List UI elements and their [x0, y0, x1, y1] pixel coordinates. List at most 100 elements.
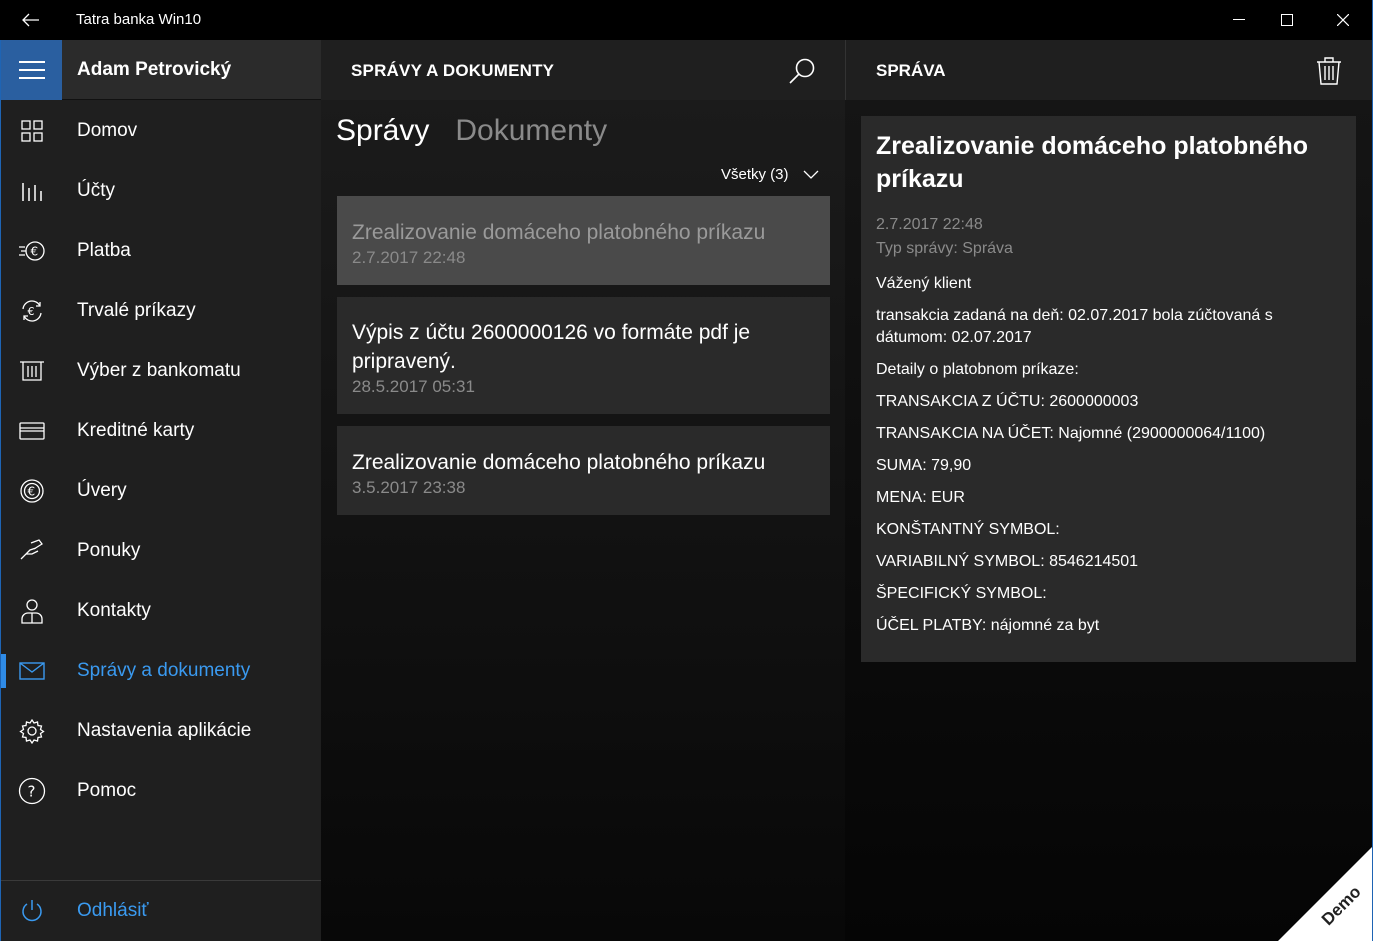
detail-header: SPRÁVA	[845, 40, 1372, 100]
sidebar-item-kontakty[interactable]: Kontakty	[1, 581, 321, 641]
message-detail-card: Zrealizovanie domáceho platobného príkaz…	[861, 116, 1356, 662]
maximize-button[interactable]	[1258, 0, 1315, 40]
detail-title: Zrealizovanie domáceho platobného príkaz…	[876, 132, 1309, 193]
filter-dropdown[interactable]: Všetky (3)	[721, 166, 819, 183]
mail-icon	[17, 656, 47, 686]
sidebar-item-kreditne-karty[interactable]: Kreditné karty	[1, 401, 321, 461]
title-bar: Tatra banka Win10	[0, 0, 1373, 40]
logout-button[interactable]: Odhlásiť	[1, 881, 321, 941]
message-title: Výpis z účtu 2600000126 vo formáte pdf j…	[352, 321, 751, 373]
hamburger-icon	[18, 61, 45, 79]
active-indicator	[1, 654, 6, 688]
payment-euro-icon: €	[17, 236, 47, 266]
sidebar-item-label: Správy a dokumenty	[77, 660, 251, 681]
arrow-left-icon	[22, 13, 39, 27]
detail-line: TRANSAKCIA NA ÚČET: Najomné (2900000064/…	[876, 425, 1266, 442]
messages-header-title: SPRÁVY A DOKUMENTY	[351, 61, 555, 80]
minimize-icon	[1232, 19, 1245, 20]
accounts-bars-icon	[17, 176, 47, 206]
sidebar-item-pomoc[interactable]: ? Pomoc	[1, 761, 321, 821]
loan-euro-icon: €	[17, 476, 47, 506]
sidebar-item-trvale-prikazy[interactable]: € Trvalé príkazy	[1, 281, 321, 341]
message-item[interactable]: Výpis z účtu 2600000126 vo formáte pdf j…	[337, 297, 830, 414]
detail-header-title: SPRÁVA	[876, 61, 946, 80]
detail-panel: Zrealizovanie domáceho platobného príkaz…	[845, 100, 1373, 941]
delete-button[interactable]	[1316, 56, 1346, 86]
detail-type: Typ správy: Správa	[876, 240, 1013, 257]
chevron-down-icon	[803, 170, 818, 179]
contacts-person-icon	[17, 596, 47, 626]
detail-line: SUMA: 79,90	[876, 457, 972, 474]
sidebar: Adam Petrovický Domov Účty € Platba € Tr…	[0, 40, 321, 941]
messages-panel: Správy Dokumenty Všetky (3) Zrealizovanie…	[321, 100, 845, 941]
sidebar-item-label: Platba	[77, 240, 131, 261]
detail-line: MENA: EUR	[876, 489, 965, 506]
tab-spravy[interactable]: Správy	[336, 114, 429, 147]
tab-dokumenty[interactable]: Dokumenty	[455, 114, 607, 147]
message-date: 3.5.2017 23:38	[352, 478, 466, 497]
search-button[interactable]	[787, 56, 817, 86]
svg-text:?: ?	[28, 783, 36, 801]
message-item[interactable]: Zrealizovanie domáceho platobného príkaz…	[337, 426, 830, 515]
message-date: 28.5.2017 05:31	[352, 377, 475, 396]
sidebar-item-domov[interactable]: Domov	[1, 101, 321, 161]
sidebar-item-platba[interactable]: € Platba	[1, 221, 321, 281]
messages-header: SPRÁVY A DOKUMENTY	[321, 40, 845, 100]
svg-text:€: €	[28, 305, 35, 318]
power-icon	[17, 896, 47, 926]
home-grid-icon	[17, 116, 47, 146]
sidebar-item-label: Pomoc	[77, 780, 137, 801]
close-button[interactable]	[1314, 0, 1371, 40]
user-name: Adam Petrovický	[77, 59, 232, 80]
sidebar-item-label: Kontakty	[77, 600, 151, 621]
detail-meta: 2.7.2017 22:48 Typ správy: Správa	[876, 213, 1341, 261]
sidebar-item-nastavenia[interactable]: Nastavenia aplikácie	[1, 701, 321, 761]
sidebar-item-label: Kreditné karty	[77, 420, 195, 441]
sidebar-header: Adam Petrovický	[1, 40, 321, 100]
message-date: 2.7.2017 22:48	[352, 248, 466, 267]
detail-line: Detaily o platobnom príkaze:	[876, 361, 1079, 378]
sidebar-item-label: Domov	[77, 120, 138, 141]
sidebar-item-label: Úvery	[77, 480, 127, 501]
sidebar-item-label: Trvalé príkazy	[77, 300, 196, 321]
detail-line: TRANSAKCIA Z ÚČTU: 2600000003	[876, 393, 1139, 410]
standing-order-icon: €	[17, 296, 47, 326]
detail-date: 2.7.2017 22:48	[876, 216, 983, 233]
detail-line: KONŠTANTNÝ SYMBOL:	[876, 521, 1060, 538]
offers-hand-icon	[17, 536, 47, 566]
sidebar-item-label: Výber z bankomatu	[77, 360, 241, 381]
hamburger-button[interactable]	[1, 40, 62, 100]
svg-text:€: €	[28, 485, 36, 499]
filter-label: Všetky (3)	[721, 166, 789, 183]
sidebar-item-label: Ponuky	[77, 540, 141, 561]
sidebar-item-spravy-a-dokumenty[interactable]: Správy a dokumenty	[1, 641, 321, 701]
sidebar-item-uvery[interactable]: € Úvery	[1, 461, 321, 521]
demo-ribbon: Demo	[1278, 846, 1373, 941]
detail-line: Vážený klient	[876, 275, 972, 292]
gear-icon	[17, 716, 47, 746]
trash-icon	[1317, 57, 1341, 85]
search-icon	[789, 58, 815, 84]
back-button[interactable]	[14, 8, 48, 32]
message-item[interactable]: Zrealizovanie domáceho platobného príkaz…	[337, 196, 830, 285]
sidebar-item-label: Nastavenia aplikácie	[77, 720, 252, 741]
tab-bar: Správy Dokumenty	[336, 114, 607, 148]
message-title: Zrealizovanie domáceho platobného príkaz…	[352, 451, 766, 474]
credit-card-icon	[17, 416, 47, 446]
help-icon: ?	[17, 776, 47, 806]
maximize-icon	[1280, 14, 1293, 26]
detail-line: transakcia zadaná na deň: 02.07.2017 bol…	[876, 307, 1273, 346]
detail-line: ŠPECIFICKÝ SYMBOL:	[876, 585, 1047, 602]
logout-label: Odhlásiť	[77, 900, 149, 921]
message-title: Zrealizovanie domáceho platobného príkaz…	[352, 221, 766, 244]
detail-line: ÚČEL PLATBY: nájomné za byt	[876, 617, 1100, 634]
window-title: Tatra banka Win10	[76, 11, 202, 28]
sidebar-item-label: Účty	[77, 180, 115, 201]
detail-line: VARIABILNÝ SYMBOL: 8546214501	[876, 553, 1139, 570]
sidebar-item-vyber-z-bankomatu[interactable]: Výber z bankomatu	[1, 341, 321, 401]
atm-icon	[17, 356, 47, 386]
sidebar-item-ucty[interactable]: Účty	[1, 161, 321, 221]
close-icon	[1336, 14, 1349, 26]
svg-text:€: €	[31, 245, 39, 259]
sidebar-item-ponuky[interactable]: Ponuky	[1, 521, 321, 581]
